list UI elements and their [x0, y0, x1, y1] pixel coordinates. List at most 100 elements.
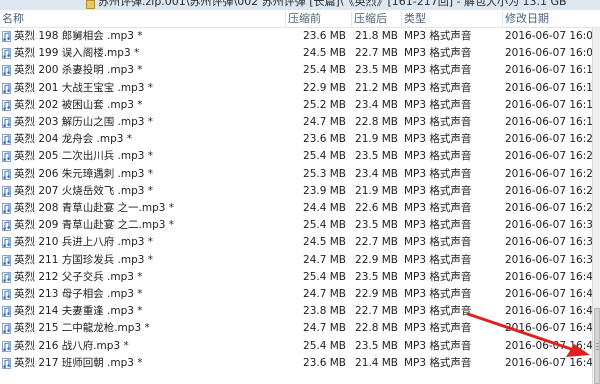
file-row[interactable]: 英烈 202 被困山套 .mp3 * 25.2 MB 23.4 MB MP3 格式声音…	[0, 97, 600, 114]
file-name: 英烈 199 误入阁楼.mp3 *	[14, 47, 140, 60]
file-type: MP3 格式声音	[404, 339, 472, 352]
file-compressed-size: 25.3 MB	[303, 167, 346, 180]
audio-file-icon	[2, 271, 11, 283]
file-row[interactable]: 英烈 216 战八府.mp3 * 25.4 MB 23.5 MB MP3 格式声音 20…	[0, 338, 600, 355]
file-uncompressed-size: 21.9 MB	[355, 184, 398, 197]
file-compressed-size: 23.6 MB	[303, 133, 346, 146]
file-type: MP3 格式声音	[404, 202, 472, 214]
file-row[interactable]: 英烈 198 郎舅相会 .mp3 * 23.6 MB 21.8 MB MP3 格式声音…	[0, 28, 600, 45]
file-name: 英烈 208 青草山赴宴 之一.mp3 *	[14, 202, 175, 214]
file-row[interactable]: 英烈 217 班师回朝 .mp3 * 23.6 MB 21.4 MB MP3 格式声音…	[0, 355, 600, 372]
file-modified-date: 2016-06-07 16:24	[505, 167, 600, 180]
file-row[interactable]: 英烈 200 杀妻投明 .mp3 * 25.4 MB 23.5 MB MP3 格式声音…	[0, 62, 600, 79]
column-header-uncompressed-size[interactable]: 压缩后	[352, 11, 402, 27]
audio-file-icon	[2, 237, 11, 249]
file-name: 英烈 213 母子相会 .mp3 *	[14, 288, 143, 300]
file-uncompressed-size: 22.6 MB	[355, 202, 398, 214]
file-modified-date: 2016-06-07 16:18	[505, 98, 600, 111]
audio-file-icon	[2, 340, 11, 352]
audio-file-icon	[2, 323, 11, 335]
file-modified-date: 2016-06-07 16:25	[505, 202, 600, 214]
file-compressed-size: 23.6 MB	[303, 30, 346, 42]
column-header-compressed-size[interactable]: 压缩前	[286, 11, 352, 27]
column-header-name[interactable]: 名称	[0, 11, 286, 27]
file-name: 英烈 200 杀妻投明 .mp3 *	[14, 64, 143, 77]
file-modified-date: 2016-06-07 16:34	[505, 219, 600, 232]
file-row[interactable]: 英烈 207 火烧岳效飞 .mp3 * 23.9 MB 21.9 MB MP3 格式声…	[0, 183, 600, 200]
audio-file-icon	[2, 99, 11, 111]
file-name: 英烈 214 夫妻重逢 .mp3 *	[14, 305, 143, 318]
file-compressed-size: 25.4 MB	[303, 219, 346, 232]
file-uncompressed-size: 23.4 MB	[355, 98, 398, 111]
file-uncompressed-size: 23.5 MB	[355, 150, 398, 163]
file-type: MP3 格式声音	[404, 150, 472, 163]
file-uncompressed-size: 23.5 MB	[355, 64, 398, 77]
file-row[interactable]: 英烈 215 二中龍龙枪.mp3 * 24.7 MB 22.8 MB MP3 格式声音…	[0, 320, 600, 337]
file-name: 英烈 206 朱元璋遇刺 .mp3 *	[14, 167, 154, 180]
zip-folder-icon	[86, 0, 95, 9]
file-row[interactable]: 英烈 205 二次出川兵 .mp3 * 25.4 MB 23.5 MB MP3 格式声…	[0, 148, 600, 165]
file-uncompressed-size: 23.4 MB	[355, 167, 398, 180]
audio-file-icon	[2, 151, 11, 163]
file-name: 英烈 207 火烧岳效飞 .mp3 *	[14, 184, 154, 197]
file-type: MP3 格式声音	[404, 356, 472, 369]
file-compressed-size: 25.2 MB	[303, 98, 346, 111]
file-type: MP3 格式声音	[404, 236, 472, 249]
file-type: MP3 格式声音	[404, 322, 472, 335]
file-compressed-size: 23.6 MB	[303, 356, 346, 369]
file-uncompressed-size: 22.7 MB	[355, 47, 398, 60]
file-compressed-size: 25.4 MB	[303, 270, 346, 283]
file-modified-date: 2016-06-07 16:21	[505, 133, 600, 146]
file-modified-date: 2016-06-07 16:07	[505, 30, 600, 42]
file-modified-date: 2016-06-07 16:15	[505, 81, 600, 94]
column-header-type[interactable]: 类型	[402, 11, 503, 27]
file-name: 英烈 198 郎舅相会 .mp3 *	[14, 30, 143, 42]
file-row[interactable]: 英烈 210 兵进上八府 .mp3 * 24.5 MB 22.7 MB MP3 格式声…	[0, 234, 600, 251]
audio-file-icon	[2, 254, 11, 266]
file-uncompressed-size: 22.9 MB	[355, 288, 398, 300]
file-name: 英烈 204 龙舟会 .mp3 *	[14, 133, 133, 146]
audio-file-icon	[2, 134, 11, 146]
window-title-bar: 苏州评弹.zip.001\苏州评弹\002 苏州评弹 [长篇]\《英烈》[161…	[0, 0, 600, 10]
audio-file-icon	[2, 203, 11, 214]
file-row[interactable]: 英烈 203 解历山之围 .mp3 * 24.7 MB 22.8 MB MP3 格式声…	[0, 114, 600, 131]
vertical-scrollbar[interactable]	[592, 28, 600, 384]
audio-file-icon	[2, 289, 11, 300]
file-row[interactable]: 英烈 208 青草山赴宴 之一.mp3 * 24.4 MB 22.6 MB MP3 格…	[0, 200, 600, 217]
file-row[interactable]: 英烈 201 大战王宝宝 .mp3 * 22.9 MB 21.2 MB MP3 格式声…	[0, 80, 600, 97]
file-row[interactable]: 英烈 209 青草山赴宴 之二.mp3 * 25.4 MB 23.5 MB MP3 格…	[0, 217, 600, 234]
file-uncompressed-size: 23.5 MB	[355, 339, 398, 352]
column-header: 名称 压缩前 压缩后 类型 修改日期	[0, 11, 600, 28]
file-name: 英烈 201 大战王宝宝 .mp3 *	[14, 81, 154, 94]
file-compressed-size: 24.7 MB	[303, 116, 346, 128]
file-row[interactable]: 英烈 211 方国珍发兵 .mp3 * 24.7 MB 22.9 MB MP3 格式声…	[0, 252, 600, 269]
file-uncompressed-size: 21.2 MB	[355, 81, 398, 94]
file-uncompressed-size: 22.8 MB	[355, 322, 398, 335]
file-row[interactable]: 英烈 213 母子相会 .mp3 * 24.7 MB 22.9 MB MP3 格式声音…	[0, 286, 600, 303]
file-type: MP3 格式声音	[404, 64, 472, 77]
scrollbar-thumb[interactable]	[594, 308, 600, 384]
file-type: MP3 格式声音	[404, 167, 472, 180]
scrollbar-grip-line	[596, 343, 599, 344]
file-modified-date: 2016-06-07 16:22	[505, 150, 600, 163]
file-row[interactable]: 英烈 204 龙舟会 .mp3 * 23.6 MB 21.9 MB MP3 格式声音 2…	[0, 131, 600, 148]
file-type: MP3 格式声音	[404, 47, 472, 60]
file-uncompressed-size: 23.5 MB	[355, 219, 398, 232]
file-compressed-size: 24.7 MB	[303, 253, 346, 266]
file-row[interactable]: 英烈 206 朱元璋遇刺 .mp3 * 25.3 MB 23.4 MB MP3 格式声…	[0, 166, 600, 183]
file-compressed-size: 24.5 MB	[303, 236, 346, 249]
file-row[interactable]: 英烈 214 夫妻重逢 .mp3 * 23.8 MB 22.7 MB MP3 格式声音…	[0, 303, 600, 320]
file-type: MP3 格式声音	[404, 184, 472, 197]
file-modified-date: 2016-06-07 16:43	[505, 305, 600, 318]
audio-file-icon	[2, 168, 11, 180]
file-compressed-size: 22.9 MB	[303, 81, 346, 94]
file-modified-date: 2016-06-07 16:46	[505, 339, 600, 352]
file-compressed-size: 25.4 MB	[303, 64, 346, 77]
file-compressed-size: 23.9 MB	[303, 184, 346, 197]
file-row[interactable]: 英烈 199 误入阁楼.mp3 * 24.5 MB 22.7 MB MP3 格式声音 2…	[0, 45, 600, 62]
file-name: 英烈 212 父子交兵 .mp3 *	[14, 270, 143, 283]
file-modified-date: 2016-06-07 16:19	[505, 116, 600, 128]
file-row[interactable]: 英烈 212 父子交兵 .mp3 * 25.4 MB 23.5 MB MP3 格式声音…	[0, 269, 600, 286]
file-uncompressed-size: 22.9 MB	[355, 253, 398, 266]
column-header-modified[interactable]: 修改日期	[503, 11, 600, 27]
